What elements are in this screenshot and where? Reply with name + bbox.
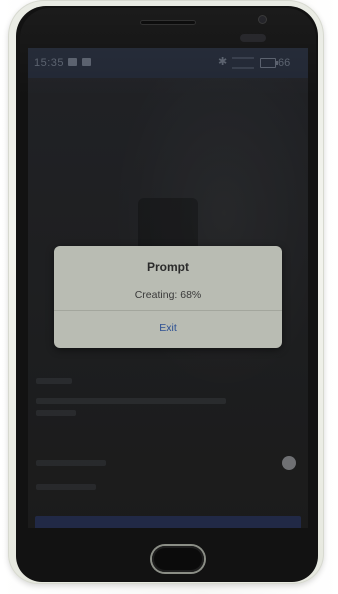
home-button[interactable] [152, 546, 204, 572]
dialog-message: Creating: 68% [134, 289, 202, 301]
photo-scene: 15:35 ✱ 66 Prompt Creating: 68% Exit [0, 0, 338, 594]
front-camera [259, 16, 266, 23]
dialog-title: Prompt [147, 260, 189, 274]
earpiece [140, 20, 196, 25]
exit-button[interactable]: Exit [54, 311, 282, 348]
phone-screen: 15:35 ✱ 66 Prompt Creating: 68% Exit [28, 48, 308, 528]
proximity-sensor [240, 34, 266, 42]
prompt-dialog: Prompt Creating: 68% Exit [54, 246, 282, 348]
